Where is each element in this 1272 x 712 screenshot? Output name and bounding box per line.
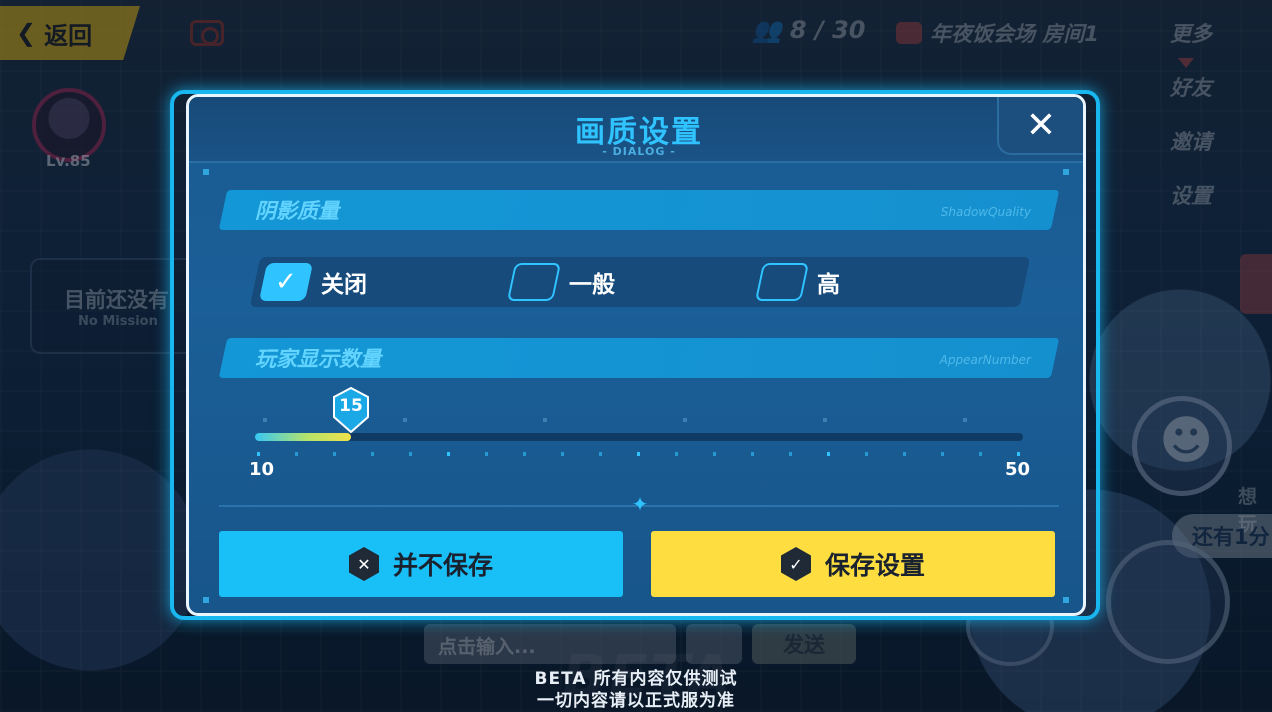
slider-tick [485,452,488,456]
slider-tick [903,452,906,456]
beta-notice-line1: BETA 所有内容仅供测试 [534,669,738,689]
slider-dot [263,418,267,422]
shadow-option-off[interactable]: ✓ 关闭 [258,263,367,301]
slider-tick [941,452,944,456]
players-slider-value: 15 [339,396,363,416]
slider-tick [979,452,982,456]
slider-tick [789,452,792,456]
sparkle-icon: ✦ [631,492,649,516]
corner-dot [203,597,209,603]
shadow-option-medium[interactable]: 一般 [506,263,615,301]
dialog-subtitle: - DIALOG - [602,145,676,158]
save-settings-label: 保存设置 [824,551,925,580]
graphics-settings-dialog: 画质设置 - DIALOG - ✕ 阴影质量 ShadowQuality ✓ 关… [186,94,1086,616]
slider-tick [371,452,374,456]
shadow-option-high-label: 高 [817,272,840,298]
slider-tick [599,452,602,456]
slider-tick [333,452,336,456]
close-button[interactable]: ✕ [997,97,1083,155]
players-section-tag: AppearNumber [939,353,1031,367]
checkmark-icon: ✓ [275,267,297,297]
shadow-section-label: 阴影质量 [255,199,339,223]
players-slider-track[interactable] [255,433,1023,441]
check-hex-icon: ✓ [780,547,811,581]
slider-tick [713,452,716,456]
beta-notice: BETA 所有内容仅供测试 一切内容请以正式服为准 [0,668,1272,712]
slider-dot [403,418,407,422]
corner-dot [203,169,209,175]
players-slider-min: 10 [249,459,275,480]
slider-dots-top [263,418,967,422]
slider-tick [409,452,412,456]
slider-dot [823,418,827,422]
save-settings-button[interactable]: ✓ 保存设置 [651,531,1055,597]
shadow-option-medium-label: 一般 [569,272,615,298]
slider-dot [683,418,687,422]
players-slider-fill [255,433,351,441]
slider-tick [447,452,450,456]
players-slider-thumb[interactable]: 15 [332,387,370,433]
slider-tick [295,452,298,456]
shadow-option-off-label: 关闭 [321,272,367,298]
shadow-option-high[interactable]: 高 [754,263,840,301]
checkbox-unchecked[interactable] [754,263,810,301]
dont-save-label: 并不保存 [392,551,493,580]
shadow-section-bar [218,190,1060,230]
slider-tick [1017,452,1020,456]
close-hex-icon: ✕ [348,547,379,581]
corner-dot [1063,597,1069,603]
slider-tick [827,452,830,456]
slider-dot [543,418,547,422]
shadow-section-tag: ShadowQuality [940,205,1031,219]
slider-tick [523,452,526,456]
close-icon: ✕ [1025,104,1057,146]
slider-tick [675,452,678,456]
players-section-label: 玩家显示数量 [255,347,381,371]
slider-tick [561,452,564,456]
checkbox-checked[interactable]: ✓ [258,263,314,301]
slider-tick [257,452,260,456]
corner-dot [1063,169,1069,175]
slider-tick [751,452,754,456]
slider-dot [963,418,967,422]
slider-tick [637,452,640,456]
slider-tick [865,452,868,456]
slider-dots-bottom [257,452,1020,456]
beta-notice-line2: 一切内容请以正式服为准 [537,691,735,711]
dont-save-button[interactable]: ✕ 并不保存 [219,531,623,597]
checkbox-unchecked[interactable] [506,263,562,301]
players-slider-max: 50 [1005,459,1031,480]
